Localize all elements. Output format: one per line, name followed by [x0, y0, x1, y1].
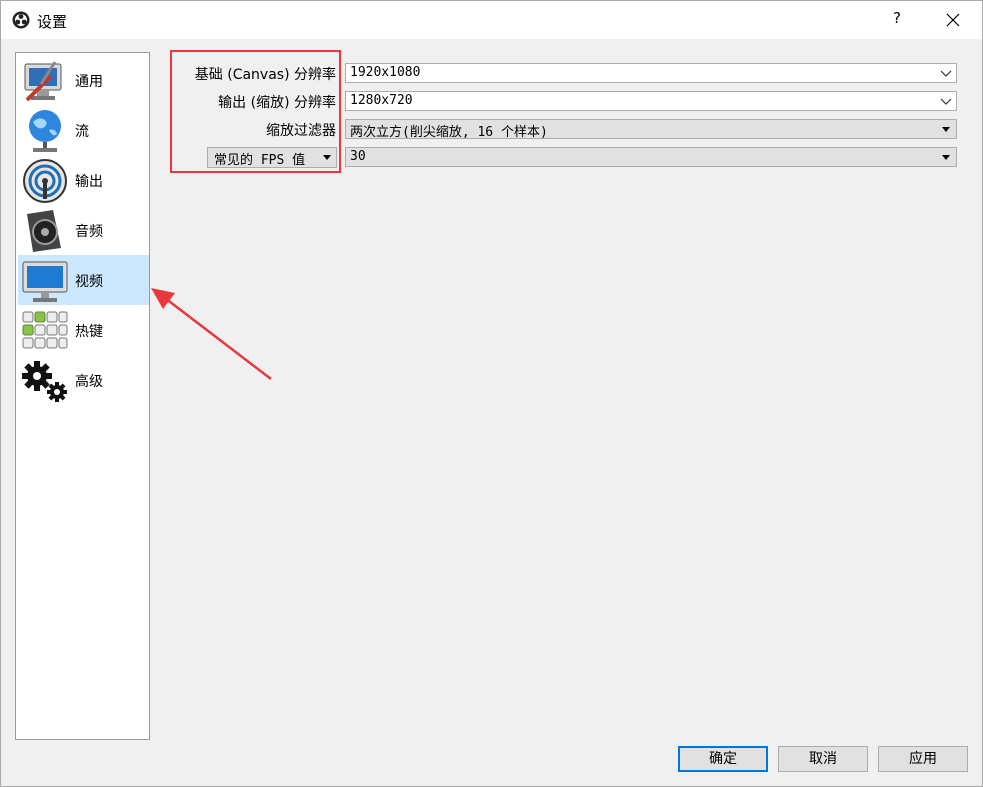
- sidebar-item-hotkeys[interactable]: 热键: [18, 305, 149, 355]
- ok-button[interactable]: 确定: [678, 746, 768, 772]
- sidebar-item-audio[interactable]: 音频: [18, 205, 149, 255]
- gears-icon: [22, 361, 67, 402]
- apply-button[interactable]: 应用: [878, 746, 968, 772]
- sidebar-item-output[interactable]: 输出: [18, 155, 149, 205]
- sidebar-item-general[interactable]: 通用: [18, 55, 149, 105]
- output-resolution-value: 1280x720: [350, 93, 413, 108]
- sidebar-item-label: 热键: [75, 324, 103, 340]
- output-resolution-combobox[interactable]: 1280x720: [345, 91, 957, 111]
- annotation-highlight-box: [170, 50, 341, 173]
- dropdown-arrow-icon: [942, 155, 950, 160]
- keyboard-hotkeys-icon: [22, 311, 68, 349]
- cancel-button[interactable]: 取消: [778, 746, 868, 772]
- help-button[interactable]: ?: [877, 9, 917, 31]
- obs-logo-icon: [12, 11, 30, 29]
- window-title: 设置: [37, 13, 68, 31]
- sidebar-item-label: 高级: [75, 374, 103, 390]
- sidebar-item-advanced[interactable]: 高级: [18, 355, 149, 405]
- monitor-icon: [22, 261, 68, 302]
- sidebar-item-label: 输出: [75, 174, 103, 190]
- sidebar-item-video[interactable]: 视频: [18, 255, 149, 305]
- fps-value-select[interactable]: 30: [345, 147, 957, 167]
- close-icon[interactable]: [931, 7, 975, 33]
- base-resolution-combobox[interactable]: 1920x1080: [345, 63, 957, 83]
- globe-network-icon: [29, 110, 61, 152]
- title-bar: 设置 ?: [1, 1, 982, 39]
- settings-window: 设置 ? 通用 流 输出 音频 视频 热键 高级 基础 (Canvas) 分辨率…: [0, 0, 983, 787]
- downscale-filter-select[interactable]: 两次立方(削尖缩放, 16 个样本): [345, 119, 957, 140]
- fps-value: 30: [350, 149, 366, 164]
- sidebar-item-label: 通用: [75, 74, 103, 90]
- general-monitor-tools-icon: [24, 61, 62, 102]
- settings-sidebar: 通用 流 输出 音频 视频 热键 高级: [15, 52, 150, 740]
- broadcast-output-icon: [23, 159, 67, 203]
- dropdown-arrow-icon: [942, 127, 950, 132]
- annotation-arrow-icon: [151, 288, 272, 380]
- sidebar-item-label: 视频: [75, 274, 103, 290]
- speaker-icon: [27, 210, 61, 252]
- sidebar-item-label: 流: [75, 124, 89, 140]
- chevron-down-icon: [940, 98, 952, 105]
- base-resolution-value: 1920x1080: [350, 65, 421, 80]
- sidebar-item-stream[interactable]: 流: [18, 105, 149, 155]
- chevron-down-icon: [940, 70, 952, 77]
- downscale-filter-value: 两次立方(削尖缩放, 16 个样本): [350, 125, 548, 140]
- sidebar-item-label: 音频: [75, 224, 103, 240]
